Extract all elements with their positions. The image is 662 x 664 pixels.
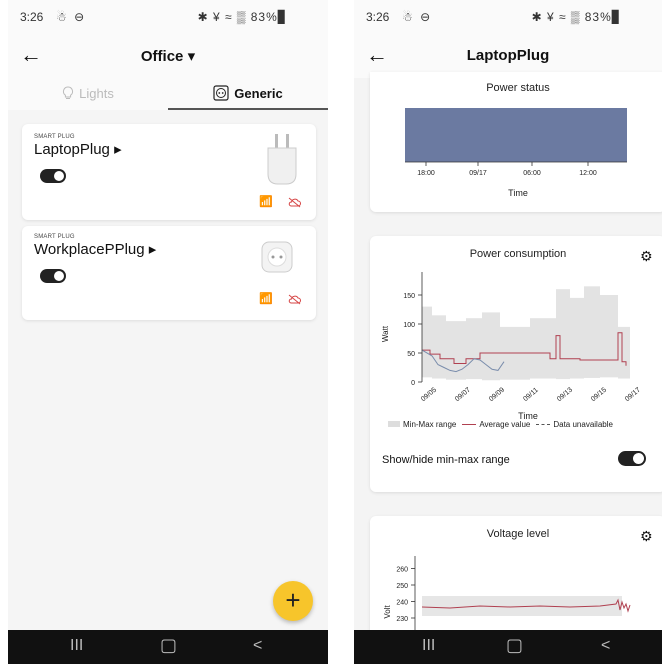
page-title: LaptopPlug bbox=[466, 47, 550, 64]
device-card-workplacepplug[interactable]: SMART PLUG WorkplacePPlug ▸ 📶 bbox=[22, 226, 316, 320]
add-device-button[interactable]: + bbox=[273, 581, 313, 621]
range-bar bbox=[432, 315, 446, 379]
range-bar bbox=[618, 326, 630, 379]
status-bar: 3:26 ☃ ⊖ ✱ ¥ ≈ ▒ 83%▊ bbox=[8, 0, 328, 34]
tab-lights[interactable]: Lights bbox=[8, 78, 168, 108]
system-back-button[interactable]: < bbox=[253, 637, 262, 655]
x-tick-label: 09/09 bbox=[488, 386, 506, 403]
status-time: 3:26 bbox=[366, 10, 390, 24]
status-left-icons: ☃ ⊖ bbox=[56, 10, 87, 24]
wifi-icon: 📶 bbox=[259, 293, 273, 305]
status-time: 3:26 bbox=[20, 10, 44, 24]
left-phone-screen: 3:26 ☃ ⊖ ✱ ¥ ≈ ▒ 83%▊ ← Office ▾ Lights … bbox=[8, 0, 328, 664]
right-phone-screen: 3:26 ☃ ⊖ ✱ ¥ ≈ ▒ 83%▊ ← LaptopPlug Power… bbox=[354, 0, 662, 664]
y-tick-label: 50 bbox=[407, 351, 415, 358]
y-tick-label: 100 bbox=[403, 322, 415, 329]
page-title: Office bbox=[140, 48, 184, 65]
power-status-bar bbox=[405, 108, 627, 162]
status-right-icons: ✱ ¥ ≈ ▒ 83%▊ bbox=[197, 10, 288, 24]
y-tick-label: 250 bbox=[396, 583, 408, 590]
x-tick-label: 09/05 bbox=[420, 386, 438, 403]
minmax-range-toggle[interactable] bbox=[618, 451, 646, 466]
device-power-toggle[interactable] bbox=[40, 269, 66, 283]
x-tick-label: 12:00 bbox=[579, 170, 597, 177]
no-cloud-icon bbox=[288, 197, 301, 208]
x-tick-label: 09/17 bbox=[624, 386, 642, 403]
plug-image-icon bbox=[261, 241, 293, 273]
chevron-down-icon: ▾ bbox=[187, 48, 196, 65]
device-name[interactable]: WorkplacePPlug ▸ bbox=[34, 240, 156, 258]
range-bar bbox=[530, 318, 556, 379]
plug-image-icon bbox=[267, 134, 297, 185]
x-tick-label: 09/17 bbox=[469, 170, 487, 177]
power-consumption-card: Power consumption ⚙ 0 50 100 150 09/05 09/07… bbox=[370, 236, 662, 492]
y-axis-label: Watt bbox=[381, 325, 390, 342]
tab-bar: Lights Generic bbox=[8, 78, 328, 110]
device-card-laptopplug[interactable]: SMART PLUG LaptopPlug ▸ 📶 bbox=[22, 124, 316, 220]
system-nav-bar: III ▢ < bbox=[354, 630, 662, 664]
app-bar: ← Office ▾ bbox=[8, 34, 328, 78]
device-name[interactable]: LaptopPlug ▸ bbox=[34, 140, 122, 158]
range-bar bbox=[600, 295, 618, 378]
bulb-icon bbox=[63, 86, 74, 99]
legend-unavailable: Data unavailable bbox=[536, 420, 613, 429]
x-tick-label: 18:00 bbox=[417, 170, 435, 177]
power-status-card: Power status 18:00 09/17 06:00 12:00 Time bbox=[370, 72, 662, 212]
x-tick-label: 09/15 bbox=[590, 386, 608, 403]
y-axis-label: Volt bbox=[383, 605, 392, 619]
y-tick-label: 240 bbox=[396, 600, 408, 607]
x-tick-label: 09/13 bbox=[556, 386, 574, 403]
system-nav-bar: III ▢ < bbox=[8, 630, 328, 664]
recent-apps-button[interactable]: III bbox=[422, 637, 435, 655]
wifi-icon: 📶 bbox=[259, 196, 273, 208]
toggle-label: Show/hide min-max range bbox=[382, 454, 510, 466]
no-cloud-icon bbox=[288, 294, 301, 305]
home-button[interactable]: ▢ bbox=[160, 635, 177, 656]
room-selector[interactable]: Office ▾ bbox=[8, 47, 328, 65]
range-bar bbox=[556, 289, 570, 380]
voltage-chart: 230 240 250 260 Volt bbox=[383, 556, 631, 636]
recent-apps-button[interactable]: III bbox=[70, 637, 83, 655]
y-tick-label: 0 bbox=[411, 380, 415, 387]
range-bar bbox=[422, 306, 432, 378]
range-bar bbox=[570, 297, 584, 379]
y-tick-label: 150 bbox=[403, 293, 415, 300]
range-bar bbox=[466, 318, 482, 380]
status-bar: 3:26 ☃ ⊖ ✱ ¥ ≈ ▒ 83%▊ bbox=[354, 0, 662, 34]
device-power-toggle[interactable] bbox=[40, 169, 66, 183]
system-back-button[interactable]: < bbox=[601, 637, 610, 655]
x-tick-label: 06:00 bbox=[523, 170, 541, 177]
legend-range: Min-Max range bbox=[388, 420, 456, 429]
range-bar bbox=[446, 321, 466, 380]
range-bar bbox=[584, 286, 600, 378]
voltage-level-card: Voltage level ⚙ 230 240 250 260 Volt bbox=[370, 516, 662, 636]
tab-label: Lights bbox=[79, 85, 114, 101]
status-right-icons: ✱ ¥ ≈ ▒ 83%▊ bbox=[531, 10, 622, 24]
tab-generic[interactable]: Generic bbox=[168, 78, 328, 110]
tab-label: Generic bbox=[234, 85, 283, 101]
x-axis-label: Time bbox=[508, 188, 528, 198]
legend-average: Average value bbox=[462, 420, 530, 429]
home-button[interactable]: ▢ bbox=[506, 635, 523, 656]
y-tick-label: 260 bbox=[396, 567, 408, 574]
chart-legend: Min-Max range Average value Data unavail… bbox=[388, 420, 613, 429]
status-left-icons: ☃ ⊖ bbox=[402, 10, 433, 24]
x-tick-label: 09/11 bbox=[522, 387, 540, 403]
socket-icon bbox=[213, 85, 229, 101]
y-tick-label: 230 bbox=[396, 616, 408, 623]
x-tick-label: 09/07 bbox=[454, 386, 472, 403]
